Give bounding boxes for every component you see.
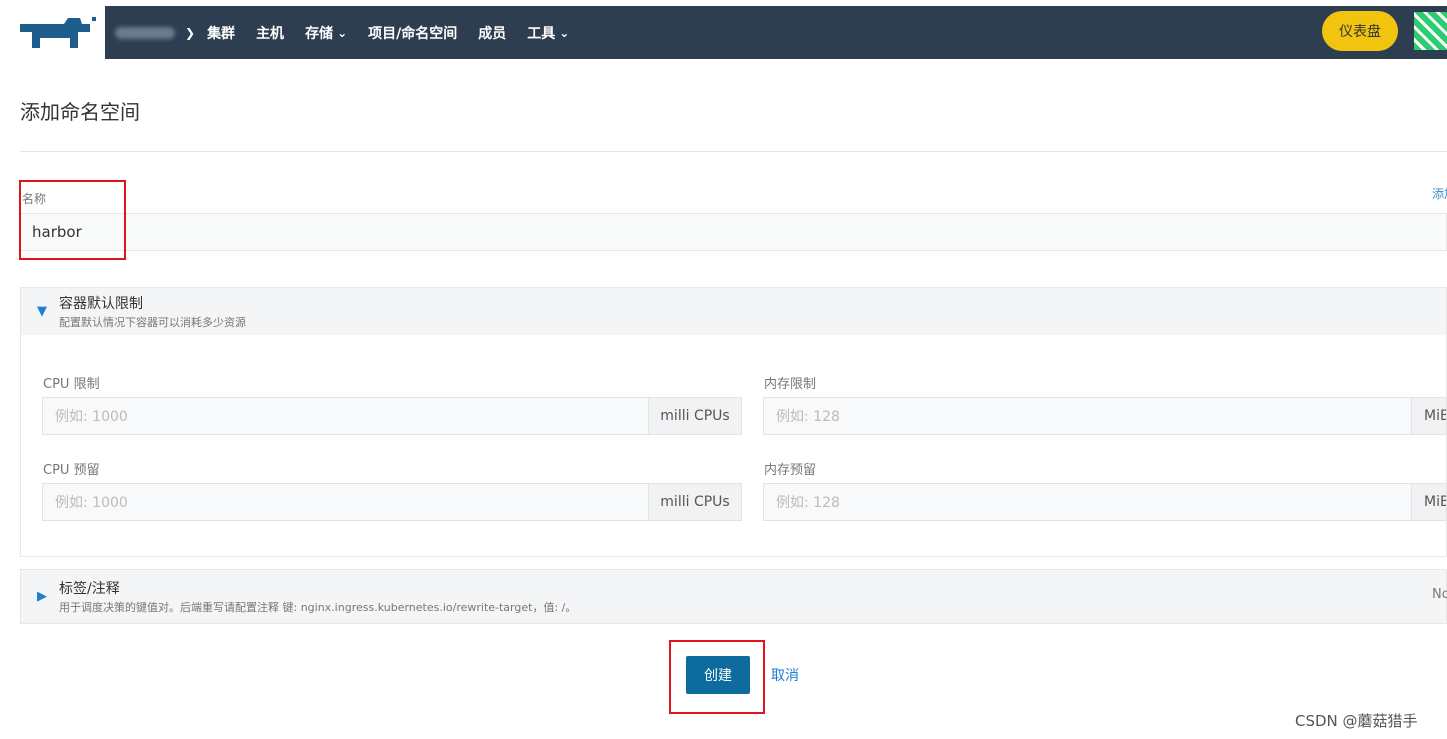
highlight-box (669, 640, 765, 714)
labels-right-text: No (1432, 587, 1447, 602)
dashboard-button[interactable]: 仪表盘 (1322, 11, 1398, 51)
page-title: 添加命名空间 (20, 100, 140, 124)
mem-limit-unit: MiB (1412, 397, 1447, 435)
mem-limit-input[interactable]: 例如: 128 (763, 397, 1412, 435)
nav-members[interactable]: 成员 (478, 23, 506, 43)
name-input[interactable]: harbor (20, 213, 1447, 251)
cpu-limit-unit: milli CPUs (649, 397, 742, 435)
container-limits-header[interactable]: ▼ 容器默认限制 配置默认情况下容器可以消耗多少资源 (21, 288, 1446, 335)
triangle-down-icon: ▼ (37, 304, 47, 319)
cpu-limit-input[interactable]: 例如: 1000 (42, 397, 649, 435)
chevron-down-icon: ❯ (185, 25, 196, 40)
mem-reserve-input[interactable]: 例如: 128 (763, 483, 1412, 521)
triangle-right-icon: ▶ (37, 589, 47, 604)
section-title: 标签/注释 (59, 581, 120, 597)
avatar[interactable] (1414, 12, 1447, 50)
cluster-name-blurred (115, 26, 175, 39)
cancel-link[interactable]: 取消 (771, 665, 799, 685)
cpu-reserve-unit: milli CPUs (649, 483, 742, 521)
mem-reserve-unit: MiB (1412, 483, 1447, 521)
add-description-link[interactable]: 添加 (1432, 185, 1447, 202)
mem-reserve-label: 内存预留 (764, 463, 817, 478)
mem-limit-label: 内存限制 (764, 377, 817, 392)
divider (20, 151, 1447, 152)
highlight-box (19, 180, 126, 260)
nav-hosts[interactable]: 主机 (256, 23, 284, 43)
nav-tools[interactable]: 工具 ⌄ (527, 23, 569, 43)
labels-section: ▶ 标签/注释 用于调度决策的键值对。后端重写请配置注释 键: nginx.in… (20, 569, 1447, 624)
section-title: 容器默认限制 (59, 296, 143, 312)
nav-projects[interactable]: 项目/命名空间 (368, 23, 457, 43)
rancher-logo[interactable] (18, 14, 98, 50)
chevron-down-icon: ⌄ (337, 25, 348, 40)
nav-cluster[interactable]: 集群 (207, 23, 235, 43)
section-subtitle: 用于调度决策的键值对。后端重写请配置注释 键: nginx.ingress.ku… (59, 601, 577, 614)
cpu-reserve-label: CPU 预留 (43, 463, 100, 478)
labels-header[interactable]: ▶ 标签/注释 用于调度决策的键值对。后端重写请配置注释 键: nginx.in… (21, 570, 1446, 623)
chevron-down-icon: ⌄ (559, 25, 570, 40)
cpu-limit-label: CPU 限制 (43, 377, 100, 392)
main-nav: ❯ 集群 主机 存储 ⌄ 项目/命名空间 成员 工具 ⌄ (105, 6, 1447, 59)
cluster-selector[interactable]: ❯ (105, 6, 207, 59)
top-bar: ❯ 集群 主机 存储 ⌄ 项目/命名空间 成员 工具 ⌄ 仪表盘 (0, 0, 1447, 66)
section-subtitle: 配置默认情况下容器可以消耗多少资源 (59, 316, 246, 329)
nav-storage[interactable]: 存储 ⌄ (305, 23, 347, 43)
cpu-reserve-input[interactable]: 例如: 1000 (42, 483, 649, 521)
watermark: CSDN @蘑菇猎手 (1295, 712, 1418, 730)
